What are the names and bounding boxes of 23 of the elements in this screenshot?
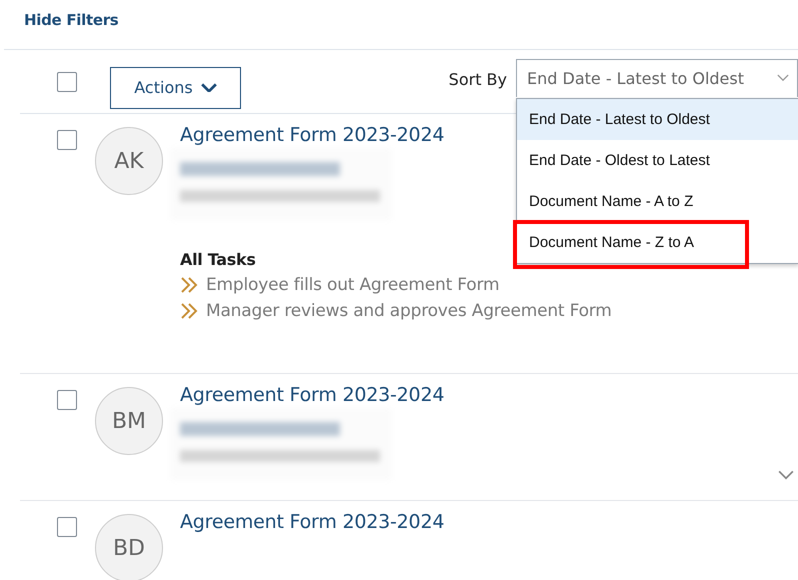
avatar: BD bbox=[95, 514, 163, 580]
double-chevron-icon bbox=[180, 276, 200, 294]
sort-label: Sort By bbox=[448, 70, 507, 89]
row-checkbox[interactable] bbox=[57, 517, 77, 537]
expand-chevron-icon bbox=[778, 470, 794, 480]
row-checkbox[interactable] bbox=[57, 390, 77, 410]
dropdown-caret-icon bbox=[777, 74, 789, 82]
select-all-checkbox[interactable] bbox=[57, 72, 77, 92]
sort-dropdown[interactable]: End Date - Latest to Oldest bbox=[516, 58, 798, 96]
avatar: AK bbox=[95, 127, 163, 195]
task-text: Employee fills out Agreement Form bbox=[206, 275, 500, 295]
sort-option[interactable]: Document Name - Z to A bbox=[517, 222, 798, 263]
sort-option[interactable]: End Date - Latest to Oldest bbox=[517, 99, 798, 140]
tasks-heading: All Tasks bbox=[180, 250, 257, 269]
double-chevron-icon bbox=[180, 302, 200, 320]
task-text: Manager reviews and approves Agreement Form bbox=[206, 301, 612, 321]
hide-filters-link[interactable]: Hide Filters bbox=[24, 11, 118, 29]
row-checkbox[interactable] bbox=[57, 130, 77, 150]
caret-icon bbox=[200, 82, 217, 92]
avatar: BM bbox=[95, 387, 163, 455]
document-title[interactable]: Agreement Form 2023-2024 bbox=[180, 384, 444, 406]
document-title[interactable]: Agreement Form 2023-2024 bbox=[180, 511, 444, 533]
actions-button[interactable]: Actions bbox=[110, 66, 241, 108]
